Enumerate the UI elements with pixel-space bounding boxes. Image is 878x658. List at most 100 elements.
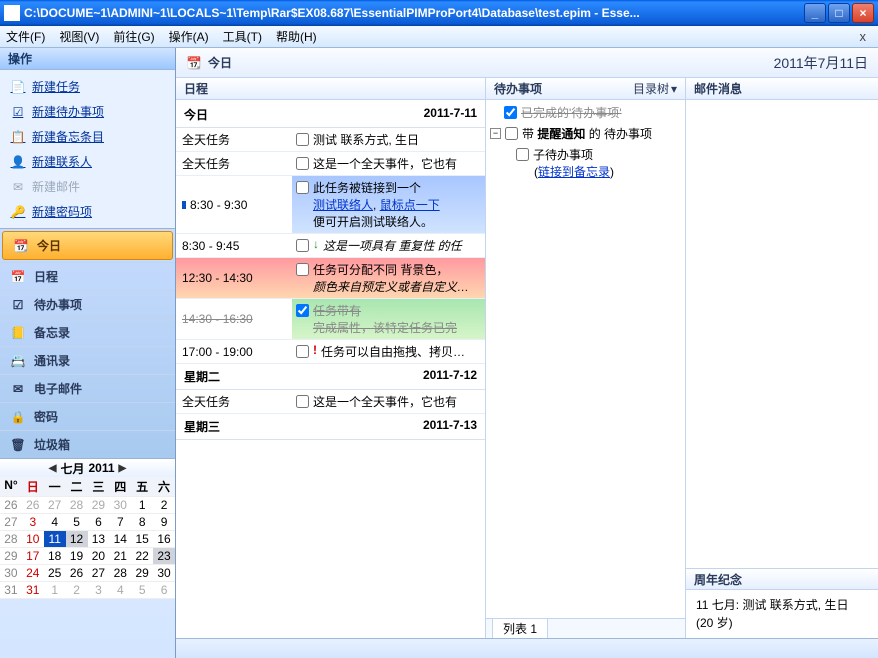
titlebar[interactable]: C:\DOCUME~1\ADMINI~1\LOCALS~1\Temp\Rar$E… xyxy=(0,0,878,26)
cal-day[interactable]: 28 xyxy=(109,565,131,582)
maximize-button[interactable]: □ xyxy=(828,3,850,23)
todo-header: 待办事项目录树▾ xyxy=(486,78,685,100)
mini-calendar[interactable]: ◀ 七月 2011 ▶ N°日一二三四五六2626272829301227345… xyxy=(0,458,175,599)
op-new-note[interactable]: 📋新建备忘条目 xyxy=(0,124,175,149)
todo-list-tab[interactable]: 列表 1 xyxy=(492,619,548,639)
cal-day[interactable]: 28 xyxy=(66,497,88,514)
cal-day[interactable]: 16 xyxy=(153,531,175,548)
cal-day[interactable]: 3 xyxy=(22,514,44,531)
cal-day[interactable]: 29 xyxy=(88,497,110,514)
cal-day[interactable]: 21 xyxy=(109,548,131,565)
trash-icon: 🗑 xyxy=(10,437,26,453)
cal-day[interactable]: 24 xyxy=(22,565,44,582)
cal-day[interactable]: 30 xyxy=(153,565,175,582)
cal-day[interactable]: 31 xyxy=(22,582,44,599)
nav-trash[interactable]: 🗑垃圾箱 xyxy=(0,430,175,458)
cal-day[interactable]: 5 xyxy=(66,514,88,531)
close-button[interactable]: × xyxy=(852,3,874,23)
cal-day[interactable]: 29 xyxy=(131,565,153,582)
email-icon: ✉ xyxy=(10,381,26,397)
cal-header: N° xyxy=(0,477,22,497)
todo-view-label[interactable]: 目录树 xyxy=(633,80,669,97)
menu-go[interactable]: 前往(G) xyxy=(113,28,154,45)
cal-day[interactable]: 1 xyxy=(131,497,153,514)
nav-email[interactable]: ✉电子邮件 xyxy=(0,374,175,402)
cal-day[interactable]: 2 xyxy=(153,497,175,514)
row2-checkbox[interactable] xyxy=(296,157,309,170)
contacts-icon: 📇 xyxy=(10,353,26,369)
cal-day[interactable]: 17 xyxy=(22,548,44,565)
cal-day[interactable]: 10 xyxy=(22,531,44,548)
cal-prev-icon[interactable]: ◀ xyxy=(49,463,57,474)
menu-view[interactable]: 视图(V) xyxy=(59,28,99,45)
cal-day[interactable]: 3 xyxy=(88,582,110,599)
cal-day[interactable]: 20 xyxy=(88,548,110,565)
cal-day[interactable]: 18 xyxy=(44,548,66,565)
cal-day[interactable]: 23 xyxy=(153,548,175,565)
cal-day[interactable]: 26 xyxy=(22,497,44,514)
cal-day[interactable]: 22 xyxy=(131,548,153,565)
cal-day[interactable]: 4 xyxy=(44,514,66,531)
todo-reminder-checkbox[interactable] xyxy=(505,127,518,140)
click-link[interactable]: 鼠标点一下 xyxy=(380,198,440,212)
cal-day[interactable]: 13 xyxy=(88,531,110,548)
cal-day[interactable]: 27 xyxy=(88,565,110,582)
cal-day[interactable]: 27 xyxy=(44,497,66,514)
menu-help[interactable]: 帮助(H) xyxy=(276,28,317,45)
menu-operate[interactable]: 操作(A) xyxy=(169,28,209,45)
contact-icon: 👤 xyxy=(10,154,26,170)
cal-day[interactable]: 11 xyxy=(44,531,66,548)
main-area: 📆今日 2011年7月11日 日程 今日2011-7-11 全天任务测试 联系方… xyxy=(176,48,878,658)
menu-tools[interactable]: 工具(T) xyxy=(223,28,262,45)
cal-day[interactable]: 26 xyxy=(66,565,88,582)
cal-day[interactable]: 6 xyxy=(153,582,175,599)
tree-collapse-icon[interactable]: − xyxy=(490,128,501,139)
menu-file[interactable]: 文件(F) xyxy=(6,28,45,45)
cal-day[interactable]: 8 xyxy=(131,514,153,531)
cal-day[interactable]: 2 xyxy=(66,582,88,599)
cal-day[interactable]: 25 xyxy=(44,565,66,582)
todo-child-checkbox[interactable] xyxy=(516,148,529,161)
cal-next-icon[interactable]: ▶ xyxy=(119,463,127,474)
tue-row-checkbox[interactable] xyxy=(296,395,309,408)
cal-day[interactable]: 5 xyxy=(131,582,153,599)
cal-day[interactable]: 12 xyxy=(66,531,88,548)
cal-day[interactable]: 9 xyxy=(153,514,175,531)
cal-header: 一 xyxy=(44,477,66,497)
row4-checkbox[interactable] xyxy=(296,239,309,252)
contact-link[interactable]: 测试联络人 xyxy=(313,198,373,212)
row3-checkbox[interactable] xyxy=(296,181,309,194)
nav-todo[interactable]: ☑待办事项 xyxy=(0,290,175,318)
nav-notes[interactable]: 📒备忘录 xyxy=(0,318,175,346)
nav-password[interactable]: 🔒密码 xyxy=(0,402,175,430)
nav-schedule[interactable]: 📅日程 xyxy=(0,262,175,290)
cal-weekno: 27 xyxy=(0,514,22,531)
cal-day[interactable]: 19 xyxy=(66,548,88,565)
row7-checkbox[interactable] xyxy=(296,345,309,358)
cal-weekno: 30 xyxy=(0,565,22,582)
todo-icon: ☑ xyxy=(10,297,26,313)
cal-day[interactable]: 15 xyxy=(131,531,153,548)
wed-date: 2011-7-13 xyxy=(423,418,477,435)
cal-day[interactable]: 7 xyxy=(109,514,131,531)
nav-today[interactable]: 📆今日 xyxy=(2,231,173,260)
cal-weekno: 28 xyxy=(0,531,22,548)
row5-checkbox[interactable] xyxy=(296,263,309,276)
todo-done-checkbox[interactable] xyxy=(504,106,517,119)
row1-checkbox[interactable] xyxy=(296,133,309,146)
cal-day[interactable]: 30 xyxy=(109,497,131,514)
cal-day[interactable]: 14 xyxy=(109,531,131,548)
op-new-todo[interactable]: ☑新建待办事项 xyxy=(0,99,175,124)
op-new-task[interactable]: 📄新建任务 xyxy=(0,74,175,99)
dropdown-icon[interactable]: ▾ xyxy=(671,82,677,96)
op-new-password[interactable]: 🔑新建密码项 xyxy=(0,199,175,224)
cal-day[interactable]: 1 xyxy=(44,582,66,599)
note-link[interactable]: 链接到备忘录 xyxy=(538,165,610,179)
cal-day[interactable]: 6 xyxy=(88,514,110,531)
menubar-close-icon[interactable]: x xyxy=(860,29,873,44)
row6-checkbox[interactable] xyxy=(296,304,309,317)
nav-contacts[interactable]: 📇通讯录 xyxy=(0,346,175,374)
op-new-contact[interactable]: 👤新建联系人 xyxy=(0,149,175,174)
cal-day[interactable]: 4 xyxy=(109,582,131,599)
minimize-button[interactable]: _ xyxy=(804,3,826,23)
